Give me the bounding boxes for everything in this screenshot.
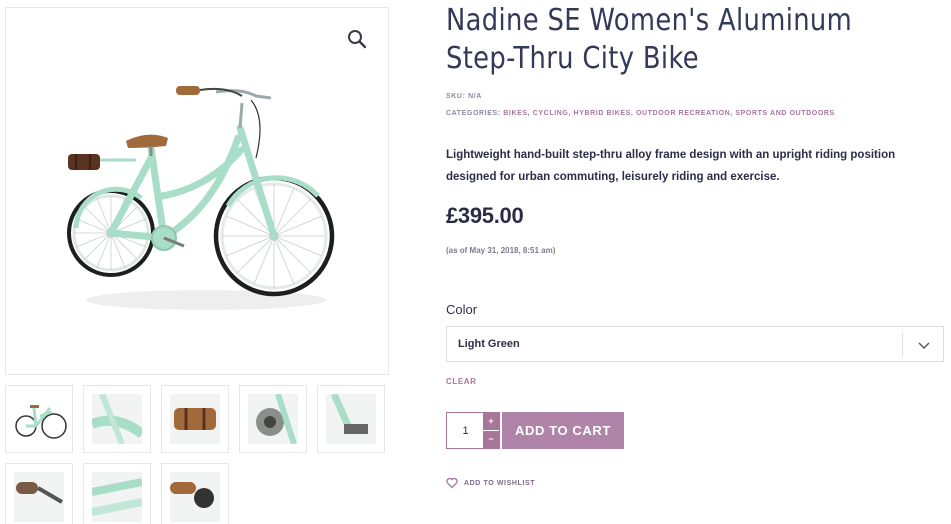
categories-label: CATEGORIES: — [446, 110, 501, 117]
thumbnail-frame-tubes[interactable] — [83, 463, 151, 524]
quantity-decrease-button[interactable]: − — [483, 431, 499, 448]
category-link[interactable]: OUTDOOR RECREATION — [636, 110, 730, 117]
price-timestamp: (as of May 31, 2018, 8:51 am) — [446, 246, 556, 255]
thumbnail-handlebar-grip[interactable] — [161, 463, 229, 524]
product-price: £395.00 — [446, 203, 524, 228]
thumbnail-brake-lever[interactable] — [5, 463, 73, 524]
sku-line: SKU: N/A — [446, 93, 482, 100]
bike-illustration — [67, 86, 335, 310]
thumbnail-rear-rack-bag[interactable] — [161, 385, 229, 453]
sku-label: SKU: — [446, 93, 466, 100]
clear-link[interactable]: CLEAR — [446, 377, 477, 386]
quantity-stepper: + − — [446, 412, 500, 449]
main-product-image[interactable] — [5, 7, 389, 375]
thumbnail-pedal-detail[interactable] — [317, 385, 385, 453]
thumbnail-bike-full[interactable] — [5, 385, 73, 453]
categories-line: CATEGORIES: BIKES, CYCLING, HYBRID BIKES… — [446, 110, 835, 117]
add-to-wishlist-link[interactable]: ADD TO WISHLIST — [446, 476, 535, 490]
thumbnail-gear-hub[interactable] — [239, 385, 307, 453]
category-link[interactable]: SPORTS AND OUTDOORS — [735, 110, 834, 117]
chevron-down-icon — [918, 342, 930, 349]
quantity-increase-button[interactable]: + — [483, 413, 499, 430]
thumbnail-frame-detail[interactable] — [83, 385, 151, 453]
product-title: Nadine SE Women's Aluminum Step-Thru Cit… — [446, 3, 853, 76]
product-description: Lightweight hand-built step-thru alloy f… — [446, 149, 896, 183]
quantity-input[interactable] — [447, 413, 484, 448]
color-label: Color — [446, 302, 478, 317]
category-link[interactable]: BIKES — [503, 110, 527, 117]
color-select-value: Light Green — [458, 338, 520, 350]
category-link[interactable]: HYBRID BIKES — [574, 110, 631, 117]
category-link[interactable]: CYCLING — [533, 110, 569, 117]
zoom-icon[interactable] — [346, 28, 368, 50]
select-divider — [902, 333, 903, 357]
color-select[interactable]: Light Green — [446, 326, 944, 362]
wishlist-label: ADD TO WISHLIST — [464, 479, 536, 487]
add-to-cart-button[interactable]: ADD TO CART — [502, 412, 624, 449]
heart-icon — [446, 477, 458, 489]
sku-value: N/A — [468, 93, 482, 100]
